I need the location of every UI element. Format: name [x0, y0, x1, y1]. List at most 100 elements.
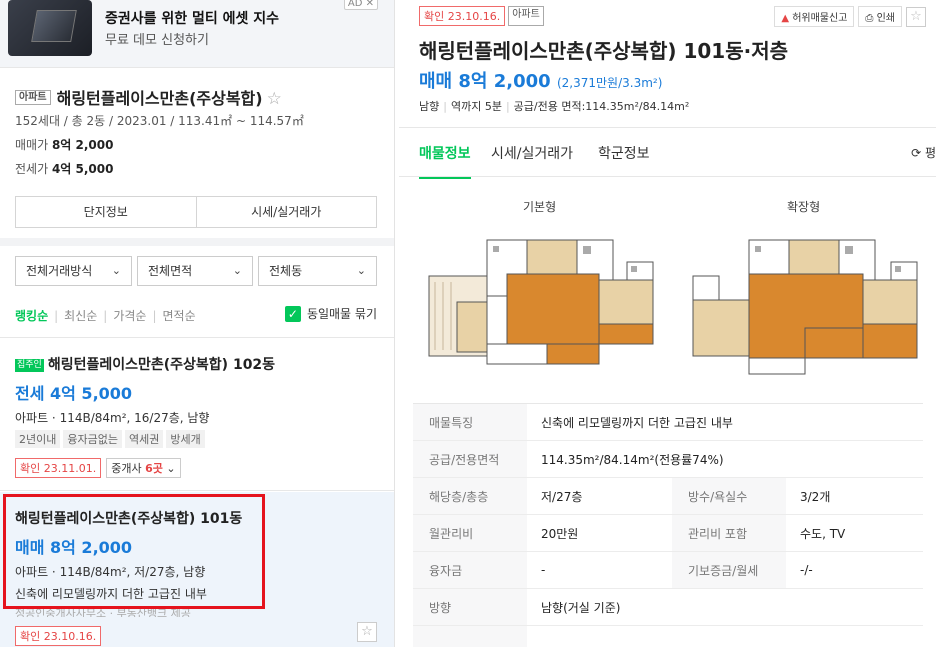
tab-listing-info[interactable]: 매물정보 — [419, 143, 471, 179]
summary-station: 역까지 5분 — [450, 100, 502, 113]
deposit-key: 기보증금/월세 — [672, 552, 786, 588]
trade-type-select[interactable]: 전체거래방식 ⌄ — [15, 256, 132, 286]
filter-bar: 전체거래방식 ⌄ 전체면적 ⌄ 전체동 ⌄ — [15, 256, 377, 286]
checkbox-checked-icon[interactable]: ✓ — [284, 305, 301, 322]
report-button[interactable]: ▲ 허위매물신고 — [774, 6, 855, 27]
detail-tabs: 매물정보 시세/실거래가 학군정보 ⟳ 평 — [399, 127, 936, 179]
list-item[interactable]: 집주인 해링턴플레이스만촌(주상복합) 102동 전세 4억 5,000 아파트 … — [0, 338, 394, 491]
jeonse-value: 4억 5,000 — [51, 162, 114, 176]
feature-key: 매물특징 — [413, 404, 527, 440]
detail-price: 매매 8억 2,000 (2,371만원/3.3m²) — [419, 67, 662, 93]
detail-panel: 확인 23.10.16. 아파트 ▲ 허위매물신고 ⎙ 인쇄 ☆ 해링턴플레이스… — [399, 0, 936, 647]
complex-name-text: 해링턴플레이스만촌(주상복합) — [56, 89, 263, 108]
price-history-button[interactable]: 시세/실거래가 — [195, 197, 377, 227]
mgmt-fee-value: 20만원 — [541, 526, 579, 541]
table-row: 해당층/총층 저/27층 방수/욕실수 3/2개 — [413, 478, 923, 515]
table-row: 공급/전용면적 114.35m²/84.14m²(전용률74%) — [413, 441, 923, 478]
sale-price-row: 매매가 8억 2,000 — [15, 136, 113, 153]
star-icon[interactable]: ☆ — [267, 89, 282, 109]
confirm-date-badge: 확인 23.10.16. — [15, 626, 102, 646]
print-icon: ⎙ — [865, 13, 877, 24]
building-select[interactable]: 전체동 ⌄ — [258, 256, 377, 286]
ad-subtitle[interactable]: 무료 데모 신청하기 — [105, 29, 209, 48]
table-row: 매물특징 신축에 리모델링까지 더한 고급진 내부 — [413, 404, 923, 441]
sort-area[interactable]: 면적순 — [163, 309, 196, 323]
group-same-listings-toggle[interactable]: ✓ 동일매물 묶기 — [284, 305, 377, 322]
tag: 역세권 — [124, 430, 164, 448]
detail-tools: ▲ 허위매물신고 ⎙ 인쇄 ☆ — [774, 6, 926, 27]
confirm-date-badge: 확인 23.11.01. — [15, 458, 102, 478]
ad-thumbnail — [8, 0, 92, 56]
complex-info-button[interactable]: 단지정보 — [16, 197, 196, 227]
group-same-listings-label: 동일매물 묶기 — [306, 307, 377, 321]
listing-price: 매매 8억 2,000 — [15, 538, 133, 557]
floorplan-extended-image[interactable] — [691, 232, 921, 380]
complex-meta: 152세대 / 총 2동 / 2023.01 / 113.41㎡ ~ 114.5… — [15, 114, 304, 128]
ad-title: 증권사를 위한 멀티 에셋 지수 — [105, 11, 280, 27]
sort-ranking[interactable]: 랭킹순 — [15, 309, 48, 323]
chevron-down-icon: ⌄ — [111, 264, 121, 277]
ad-close-badge[interactable]: AD ✕ — [343, 0, 378, 10]
direction-value: 남향(거실 기준) — [541, 600, 621, 615]
trade-type-label: 전체거래방식 — [26, 264, 93, 278]
listing-title-text: 해링턴플레이스만촌(주상복합) 102동 — [47, 357, 276, 373]
loan-value: - — [541, 563, 546, 577]
listing-spec: 아파트 · 114B/84m², 16/27층, 남향 — [15, 411, 210, 425]
tag: 방세개 — [166, 430, 205, 448]
detail-title: 해링턴플레이스만촌(주상복합) 101동·저층 — [419, 39, 788, 63]
tag: 2년이내 — [15, 430, 61, 448]
area-label: 전체면적 — [148, 264, 193, 278]
sort-price[interactable]: 가격순 — [113, 309, 146, 323]
tag: 융자금없는 — [63, 430, 122, 448]
table-row: 월관리비 20만원 관리비 포함 수도, TV — [413, 515, 923, 552]
sale-value: 8억 2,000 — [51, 138, 114, 152]
direction-key: 방향 — [413, 589, 527, 625]
floorplan-basic-image[interactable] — [427, 232, 657, 380]
list-item-selected[interactable]: 해링턴플레이스만촌(주상복합) 101동 매매 8억 2,000 아파트 · 1… — [0, 492, 394, 647]
area-select[interactable]: 전체면적 ⌄ — [137, 256, 253, 286]
print-button[interactable]: ⎙ 인쇄 — [858, 6, 902, 27]
sort-latest[interactable]: 최신순 — [64, 309, 97, 323]
floor-key: 해당층/총층 — [413, 478, 527, 514]
floorplan-ext-label: 확장형 — [787, 200, 821, 214]
print-label: 인쇄 — [876, 13, 895, 24]
agents-count: 6곳 — [145, 462, 163, 475]
listing-provider: 정공인중개사사무소 · 부동산뱅크 제공 — [15, 607, 191, 617]
mgmt-include-key: 관리비 포함 — [672, 515, 786, 551]
rooms-key: 방수/욕실수 — [672, 478, 786, 514]
agents-dropdown[interactable]: 중개사 6곳 ⌄ — [106, 458, 181, 478]
floor-value: 저/27층 — [541, 489, 583, 504]
jeonse-label: 전세가 — [15, 162, 49, 176]
feature-value: 신축에 리모델링까지 더한 고급진 내부 — [541, 415, 733, 430]
empty-key — [413, 626, 527, 647]
tab-price-history[interactable]: 시세/실거래가 — [491, 143, 573, 163]
ad-banner[interactable]: 증권사를 위한 멀티 에셋 지수 무료 데모 신청하기 AD ✕ — [0, 0, 394, 68]
listing-footer: 확인 23.11.01. 중개사 6곳 ⌄ — [15, 458, 380, 478]
complex-buttons: 단지정보 시세/실거래가 — [15, 196, 377, 228]
loan-key: 융자금 — [413, 552, 527, 588]
detail-summary: 남향 | 역까지 5분 | 공급/전용 면적:114.35m²/84.14m² — [419, 100, 690, 113]
chevron-down-icon: ⌄ — [162, 462, 176, 475]
sale-label: 매매가 — [15, 138, 49, 152]
favorite-star-icon[interactable]: ☆ — [357, 622, 377, 642]
table-row: 융자금 - 기보증금/월세 -/- — [413, 552, 923, 589]
listing-tags: 2년이내 융자금없는 역세권 방세개 — [15, 430, 380, 448]
listing-description: 신축에 리모델링까지 더한 고급진 내부 — [15, 587, 207, 601]
mgmt-fee-key: 월관리비 — [413, 515, 527, 551]
type-tag: 아파트 — [15, 90, 51, 105]
area-unit-toggle[interactable]: ⟳ 평 — [911, 144, 936, 161]
floorplan-basic-label: 기본형 — [523, 200, 557, 214]
rooms-value: 3/2개 — [800, 489, 831, 504]
chevron-down-icon: ⌄ — [232, 264, 242, 277]
mgmt-include-value: 수도, TV — [800, 526, 846, 541]
report-label: 허위매물신고 — [792, 13, 848, 24]
favorite-star-icon[interactable]: ☆ — [906, 6, 926, 27]
listing-spec: 아파트 · 114B/84m², 저/27층, 남향 — [15, 565, 206, 579]
sort-bar: 랭킹순 | 최신순 | 가격순 | 면적순 ✓ 동일매물 묶기 — [15, 305, 377, 323]
tab-school-info[interactable]: 학군정보 — [598, 143, 650, 163]
table-row — [413, 626, 923, 647]
complex-summary: 아파트 해링턴플레이스만촌(주상복합) ☆ 152세대 / 총 2동 / 2023.… — [0, 68, 394, 246]
owner-badge: 집주인 — [15, 359, 44, 372]
siren-icon: ▲ — [781, 13, 793, 24]
listing-footer: 확인 23.10.16. — [15, 626, 380, 646]
